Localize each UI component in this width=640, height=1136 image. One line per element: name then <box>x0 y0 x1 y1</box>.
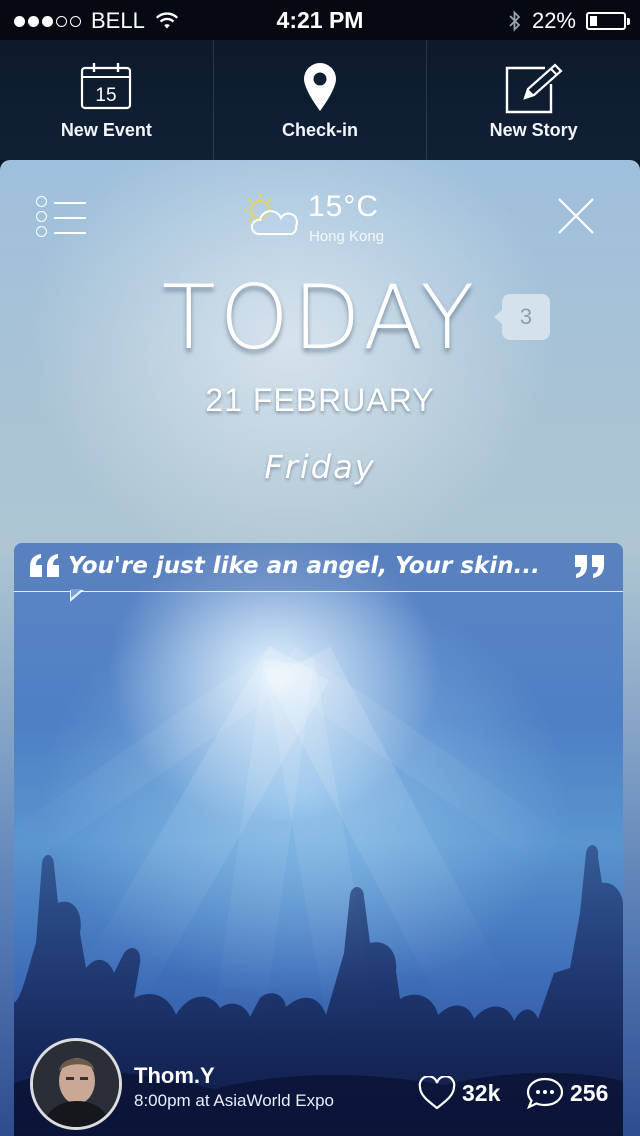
calendar-icon: 15 <box>81 63 132 110</box>
status-right: 22% <box>508 8 630 34</box>
author-name[interactable]: Thom.Y <box>134 1063 215 1089</box>
weekday-label: Friday <box>264 448 376 486</box>
quick-actions-bar: 15 New Event Check-in New Story <box>0 40 640 160</box>
notification-badge[interactable]: 3 <box>494 294 550 340</box>
quote-bar: You're just like an angel, Your skin... <box>14 543 623 592</box>
bluetooth-icon <box>509 10 521 32</box>
city-name: Hong Kong <box>309 228 385 245</box>
like-button[interactable]: 32k <box>418 1076 500 1110</box>
like-count: 32k <box>462 1079 501 1106</box>
edit-icon <box>505 63 563 114</box>
quote-text: You're just like an angel, Your skin... <box>68 553 540 579</box>
comment-icon <box>526 1077 564 1110</box>
close-icon[interactable] <box>556 196 596 236</box>
new-story-label: New Story <box>489 120 578 140</box>
check-in-button[interactable]: Check-in <box>212 40 427 160</box>
story-card[interactable]: You're just like an angel, Your skin... … <box>14 543 623 1136</box>
menu-icon <box>36 196 86 208</box>
new-event-label: New Event <box>60 120 152 140</box>
svg-text:15: 15 <box>96 85 117 106</box>
temperature: 15°C <box>308 190 380 223</box>
battery-icon <box>586 12 630 30</box>
location-pin-icon <box>304 63 336 111</box>
avatar[interactable] <box>30 1038 122 1130</box>
today-card: 15°C Hong Kong TODAY 3 21 FEBRUARY Frida… <box>0 160 640 1136</box>
event-details: 8:00pm at AsiaWorld Expo <box>134 1091 335 1110</box>
menu-button[interactable] <box>36 196 86 238</box>
check-in-label: Check-in <box>281 120 359 140</box>
quote-pointer <box>70 589 84 602</box>
close-quote-icon <box>575 555 604 578</box>
new-event-button[interactable]: 15 New Event <box>0 40 213 160</box>
new-story-button[interactable]: New Story <box>426 40 640 160</box>
heart-icon <box>418 1076 456 1110</box>
partly-cloudy-icon <box>244 194 298 235</box>
comment-count: 256 <box>570 1079 609 1106</box>
battery-percent: 22% <box>531 8 576 33</box>
comment-button[interactable]: 256 <box>526 1076 608 1110</box>
date-label: 21 FEBRUARY <box>205 382 435 418</box>
open-quote-icon <box>30 554 59 577</box>
status-bar: BELL 4:21 PM 22% <box>0 0 640 40</box>
